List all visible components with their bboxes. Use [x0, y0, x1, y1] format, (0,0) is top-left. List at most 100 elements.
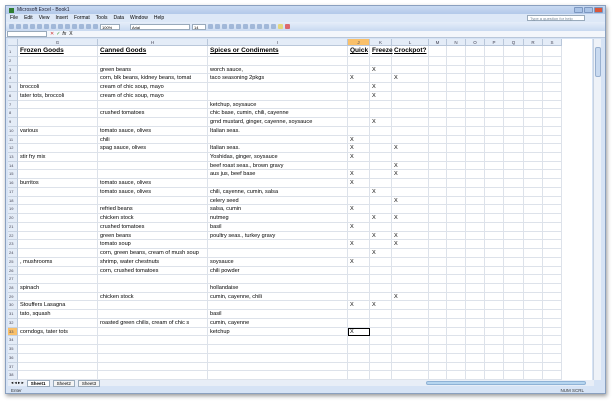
zoom-select[interactable]: 100%: [100, 23, 120, 30]
cell-O26[interactable]: [466, 266, 485, 276]
cell-O23[interactable]: [466, 240, 485, 250]
cell-J17[interactable]: [348, 187, 370, 197]
column-header-O[interactable]: O: [466, 39, 485, 46]
cell-O4[interactable]: [466, 74, 485, 84]
cell-L24[interactable]: [392, 249, 429, 258]
cell-P2[interactable]: [485, 57, 504, 66]
cell-L18[interactable]: X: [392, 196, 429, 206]
cell-R3[interactable]: [524, 65, 543, 75]
column-header-H[interactable]: H: [98, 39, 208, 46]
cell-J28[interactable]: [348, 283, 370, 293]
cell-R17[interactable]: [524, 187, 543, 197]
align-center-icon[interactable]: [236, 24, 241, 29]
scroll-thumb[interactable]: [595, 47, 601, 77]
cell-O8[interactable]: [466, 109, 485, 119]
row-header-12[interactable]: 12: [8, 144, 18, 154]
cell-M7[interactable]: [429, 100, 447, 110]
cell-I15[interactable]: aus jus, beef base: [208, 170, 348, 180]
cell-P13[interactable]: [485, 153, 504, 162]
cell-R26[interactable]: [524, 266, 543, 276]
cell-R27[interactable]: [524, 275, 543, 284]
cell-M38[interactable]: [429, 371, 447, 380]
cell-Q23[interactable]: [504, 240, 524, 250]
cell-H24[interactable]: corn, green beans, cream of mush soup: [98, 249, 208, 258]
row-header-9[interactable]: 9: [8, 118, 18, 127]
horizontal-scrollbar[interactable]: [426, 381, 586, 385]
cell-J10[interactable]: [348, 126, 370, 136]
cell-L19[interactable]: [392, 205, 429, 215]
cell-G19[interactable]: [18, 205, 98, 215]
row-header-11[interactable]: 11: [8, 135, 18, 145]
cell-I26[interactable]: chili powder: [208, 266, 348, 276]
row-header-16[interactable]: 16: [8, 179, 18, 188]
cell-N25[interactable]: [447, 257, 466, 267]
cell-I25[interactable]: soysauce: [208, 257, 348, 267]
cell-I18[interactable]: celery seed: [208, 196, 348, 206]
cell-Q8[interactable]: [504, 109, 524, 119]
cell-J24[interactable]: [348, 249, 370, 258]
cell-N17[interactable]: [447, 187, 466, 197]
cell-K4[interactable]: [370, 74, 392, 84]
cell-R28[interactable]: [524, 283, 543, 293]
cell-M6[interactable]: [429, 91, 447, 101]
cell-L5[interactable]: [392, 83, 429, 92]
cell-J20[interactable]: [348, 214, 370, 223]
cell-J5[interactable]: [348, 83, 370, 92]
cell-M36[interactable]: [429, 353, 447, 363]
cell-J4[interactable]: X: [348, 74, 370, 84]
cell-L8[interactable]: [392, 109, 429, 119]
cell-L21[interactable]: [392, 222, 429, 232]
cell-L4[interactable]: X: [392, 74, 429, 84]
chart-icon[interactable]: [93, 24, 98, 29]
cell-O36[interactable]: [466, 353, 485, 363]
cell-O17[interactable]: [466, 187, 485, 197]
column-header-S[interactable]: S: [543, 39, 562, 46]
cell-K28[interactable]: [370, 283, 392, 293]
cell-P17[interactable]: [485, 187, 504, 197]
cell-R23[interactable]: [524, 240, 543, 250]
cell-L25[interactable]: [392, 257, 429, 267]
menu-file[interactable]: File: [10, 15, 18, 21]
row-header-28[interactable]: 28: [8, 283, 18, 293]
cell-I23[interactable]: [208, 240, 348, 250]
cell-N2[interactable]: [447, 57, 466, 66]
cell-M35[interactable]: [429, 345, 447, 354]
print-icon[interactable]: [30, 24, 35, 29]
cell-H30[interactable]: [98, 301, 208, 311]
cell-P33[interactable]: [485, 327, 504, 337]
row-header-27[interactable]: 27: [8, 275, 18, 284]
row-header-18[interactable]: 18: [8, 196, 18, 206]
cell-H27[interactable]: [98, 275, 208, 284]
cell-O21[interactable]: [466, 222, 485, 232]
menu-window[interactable]: Window: [130, 15, 148, 21]
cell-K29[interactable]: [370, 292, 392, 302]
cell-Q15[interactable]: [504, 170, 524, 180]
cell-S10[interactable]: [543, 126, 562, 136]
cell-S1[interactable]: [543, 46, 562, 57]
cell-G29[interactable]: [18, 292, 98, 302]
column-header-M[interactable]: M: [429, 39, 447, 46]
cell-H35[interactable]: [98, 345, 208, 354]
row-header-3[interactable]: 3: [8, 65, 18, 75]
cell-N29[interactable]: [447, 292, 466, 302]
cell-K33[interactable]: [370, 327, 392, 337]
cell-L17[interactable]: [392, 187, 429, 197]
column-header-K[interactable]: K: [370, 39, 392, 46]
cell-S33[interactable]: [543, 327, 562, 337]
cell-S3[interactable]: [543, 65, 562, 75]
cell-P32[interactable]: [485, 318, 504, 328]
row-header-26[interactable]: 26: [8, 266, 18, 276]
cell-O12[interactable]: [466, 144, 485, 154]
percent-icon[interactable]: [264, 24, 269, 29]
cell-O32[interactable]: [466, 318, 485, 328]
cell-R1[interactable]: [524, 46, 543, 57]
row-header-38[interactable]: 38: [8, 371, 18, 380]
cell-R31[interactable]: [524, 310, 543, 319]
cell-R9[interactable]: [524, 118, 543, 127]
cell-S18[interactable]: [543, 196, 562, 206]
row-header-36[interactable]: 36: [8, 353, 18, 363]
cell-I21[interactable]: basil: [208, 222, 348, 232]
cell-H31[interactable]: [98, 310, 208, 319]
row-header-10[interactable]: 10: [8, 126, 18, 136]
cell-J27[interactable]: [348, 275, 370, 284]
